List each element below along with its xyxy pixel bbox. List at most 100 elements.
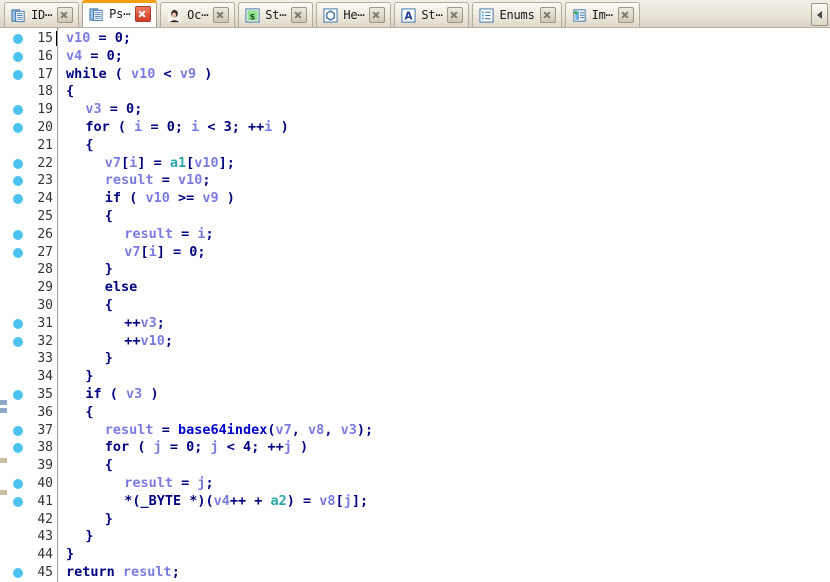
tab-close-icon[interactable] <box>135 6 152 22</box>
code-line[interactable]: } <box>85 528 93 546</box>
code-line[interactable]: } <box>85 368 93 386</box>
code-line[interactable]: for ( j = 0; j < 4; ++j ) <box>105 439 308 457</box>
line-number-gutter[interactable]: 15 16 17 18 19 20 21 22 23 24 25 26 27 28 29 30 31 32 33 34… <box>9 28 58 582</box>
breakpoint-dot[interactable] <box>13 105 23 116</box>
decompiler-editor[interactable]: 15 16 17 18 19 20 21 22 23 24 25 26 27 28 29 30 31 32 33 34… <box>0 28 830 582</box>
tab-close-icon[interactable] <box>213 7 230 23</box>
code-token: v4 <box>213 492 230 509</box>
code-token: result <box>104 172 154 189</box>
code-line[interactable]: while ( v10 < v9 ) <box>66 66 212 84</box>
code-line[interactable]: else <box>105 279 138 297</box>
code-line[interactable]: } <box>66 546 74 564</box>
breakpoint-dot[interactable] <box>13 34 23 44</box>
code-token: base64index <box>177 421 268 438</box>
breakpoint-dot[interactable] <box>13 425 23 436</box>
code-line[interactable]: for ( i = 0; i < 3; ++i ) <box>85 119 288 137</box>
code-line[interactable]: { <box>105 297 113 315</box>
imports-icon <box>572 8 586 22</box>
line-number: 15 <box>37 31 53 46</box>
code-line[interactable]: if ( v10 >= v9 ) <box>105 190 235 208</box>
code-token: result <box>124 225 173 242</box>
code-line[interactable]: v10 = 0; <box>66 30 131 48</box>
editor-tab-7[interactable]: Im⋯ <box>564 2 640 27</box>
editor-tab-1[interactable]: Ps⋯ <box>82 0 158 27</box>
code-line[interactable]: } <box>105 350 113 368</box>
tab-scroll-left-icon[interactable] <box>811 3 828 26</box>
code-line[interactable]: v3 = 0; <box>85 101 142 119</box>
breakpoint-dot[interactable] <box>13 318 23 329</box>
tab-close-icon[interactable] <box>447 7 464 23</box>
breakpoint-dot[interactable] <box>13 158 23 169</box>
code-token: j <box>153 439 162 456</box>
line-number: 31 <box>37 315 53 331</box>
breakpoint-dot[interactable] <box>13 229 23 240</box>
code-token: = <box>90 30 115 46</box>
tab-close-icon[interactable] <box>369 7 386 23</box>
code-token: ( <box>109 119 135 135</box>
tab-close-icon[interactable] <box>617 7 634 23</box>
code-line[interactable]: } <box>105 261 113 279</box>
code-line[interactable]: { <box>85 404 93 422</box>
code-token: ) <box>142 386 159 402</box>
breakpoint-dot[interactable] <box>13 568 23 578</box>
editor-tab-bar[interactable]: ID⋯ Ps⋯ Oc⋯ s St⋯ He⋯ A St⋯ Enums Im⋯ <box>0 0 830 28</box>
breakpoint-dot[interactable] <box>13 479 23 489</box>
breakpoint-dot[interactable] <box>13 443 23 454</box>
breakpoint-dot[interactable] <box>13 496 23 507</box>
code-line[interactable]: ++v3; <box>124 315 165 333</box>
editor-tab-0[interactable]: ID⋯ <box>4 2 80 27</box>
code-line[interactable]: v7[i] = 0; <box>124 244 205 262</box>
text-caret <box>56 31 57 46</box>
line-number: 27 <box>37 244 53 260</box>
breakpoint-dot[interactable] <box>13 51 23 62</box>
code-line[interactable]: result = v10; <box>105 172 211 190</box>
code-line[interactable]: } <box>105 511 113 529</box>
editor-tab-5[interactable]: A St⋯ <box>394 2 470 27</box>
code-line[interactable]: result = base64index(v7, v8, v3); <box>105 422 373 440</box>
breakpoint-dot[interactable] <box>13 176 23 187</box>
breakpoint-dot[interactable] <box>13 69 23 80</box>
breakpoint-dot[interactable] <box>13 390 23 400</box>
code-line[interactable]: return result; <box>66 564 180 582</box>
code-token: ]; <box>218 154 235 171</box>
document-pages-icon <box>11 8 25 22</box>
code-line[interactable]: { <box>85 137 93 155</box>
code-line[interactable]: { <box>105 457 113 475</box>
breakpoint-dot[interactable] <box>13 336 23 347</box>
tab-close-icon[interactable] <box>291 7 308 23</box>
code-token: j <box>210 439 219 456</box>
code-token: else <box>104 279 138 296</box>
code-token: ( <box>101 386 127 402</box>
editor-tab-4[interactable]: He⋯ <box>316 2 392 27</box>
tab-label: St⋯ <box>265 8 287 22</box>
code-token: 3 <box>223 119 232 135</box>
pseudocode-pane[interactable]: v10 = 0; v4 = 0; while ( v10 < v9 ){v3 = 0… <box>58 28 830 582</box>
code-line[interactable]: v7[i] = a1[v10]; <box>105 155 235 173</box>
breakpoint-dot[interactable] <box>13 123 23 133</box>
edge-marker-strip <box>0 28 9 582</box>
breakpoint-dot[interactable] <box>13 247 23 258</box>
code-token: *( <box>124 492 141 509</box>
code-token: [ <box>335 492 344 509</box>
code-token: < <box>199 119 224 135</box>
tab-label: Ps⋯ <box>109 7 131 21</box>
code-token: = <box>153 172 178 189</box>
line-number: 22 <box>37 155 53 171</box>
code-line[interactable]: { <box>105 208 113 226</box>
editor-tab-6[interactable]: Enums <box>472 2 562 27</box>
code-line[interactable]: ++v10; <box>124 333 173 351</box>
code-line[interactable]: *(_BYTE *)(v4++ + a2) = v8[j]; <box>124 493 368 511</box>
editor-tab-2[interactable]: Oc⋯ <box>160 2 236 27</box>
tab-close-icon[interactable] <box>57 7 74 23</box>
code-token: v10 <box>194 154 219 171</box>
editor-tab-3[interactable]: s St⋯ <box>238 2 314 27</box>
tab-close-icon[interactable] <box>539 7 556 23</box>
code-line[interactable]: result = i; <box>124 226 213 244</box>
code-line[interactable]: if ( v3 ) <box>85 386 158 404</box>
code-line[interactable]: v4 = 0; <box>66 48 123 66</box>
breakpoint-dot[interactable] <box>13 194 23 205</box>
code-line[interactable]: { <box>66 83 74 101</box>
code-line[interactable]: result = j; <box>124 475 213 493</box>
code-token: v3 <box>85 101 102 118</box>
